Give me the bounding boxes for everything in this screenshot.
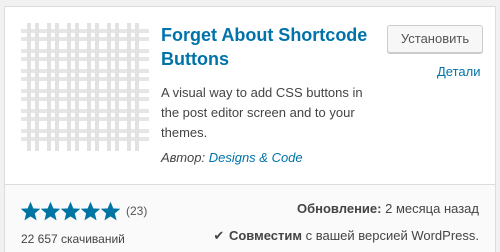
star-icon — [61, 201, 80, 220]
download-count: 22 657 скачиваний — [21, 232, 125, 246]
plaid-grid-icon — [21, 23, 149, 151]
plugin-card-top: Forget About Shortcode Buttons Установит… — [5, 7, 495, 183]
updated-label: Обновление: — [297, 201, 382, 216]
author-prefix: Автор: — [161, 150, 206, 165]
plugin-description: A visual way to add CSS buttons in the p… — [161, 85, 363, 140]
plugin-card-bottom: (23) 22 657 скачиваний Обновление: 2 мес… — [5, 184, 495, 252]
plugin-author: Автор: Designs & Code — [161, 150, 303, 165]
star-icon — [41, 201, 60, 220]
details-link[interactable]: Детали — [437, 64, 481, 79]
checkmark-icon: ✔ — [213, 228, 225, 243]
compat-value: с вашей версией WordPress. — [305, 228, 479, 243]
star-icon — [101, 201, 120, 220]
author-link[interactable]: Designs & Code — [209, 150, 303, 165]
compat-label: Совместим — [228, 228, 302, 243]
last-updated: Обновление: 2 месяца назад — [297, 201, 479, 216]
plugin-card: Forget About Shortcode Buttons Установит… — [4, 6, 496, 252]
updated-value: 2 месяца назад — [385, 201, 479, 216]
compatibility: ✔ Совместим с вашей версией WordPress. — [213, 228, 479, 244]
star-icon — [21, 201, 40, 220]
star-icon — [81, 201, 100, 220]
install-button[interactable]: Установить — [387, 25, 483, 53]
plugin-title[interactable]: Forget About Shortcode Buttons — [161, 23, 381, 71]
star-rating: (23) — [21, 201, 147, 221]
plugin-thumbnail[interactable] — [21, 23, 149, 151]
rating-count: (23) — [126, 204, 148, 218]
